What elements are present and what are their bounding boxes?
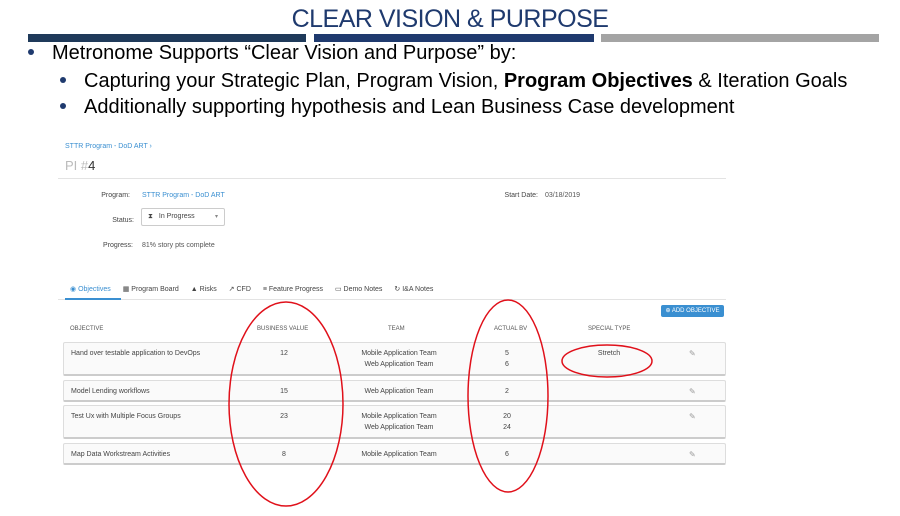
special-type-oval xyxy=(561,344,653,378)
actual-bv-oval xyxy=(467,299,549,493)
annotation-layer xyxy=(228,299,653,507)
business-value-oval xyxy=(228,301,344,507)
